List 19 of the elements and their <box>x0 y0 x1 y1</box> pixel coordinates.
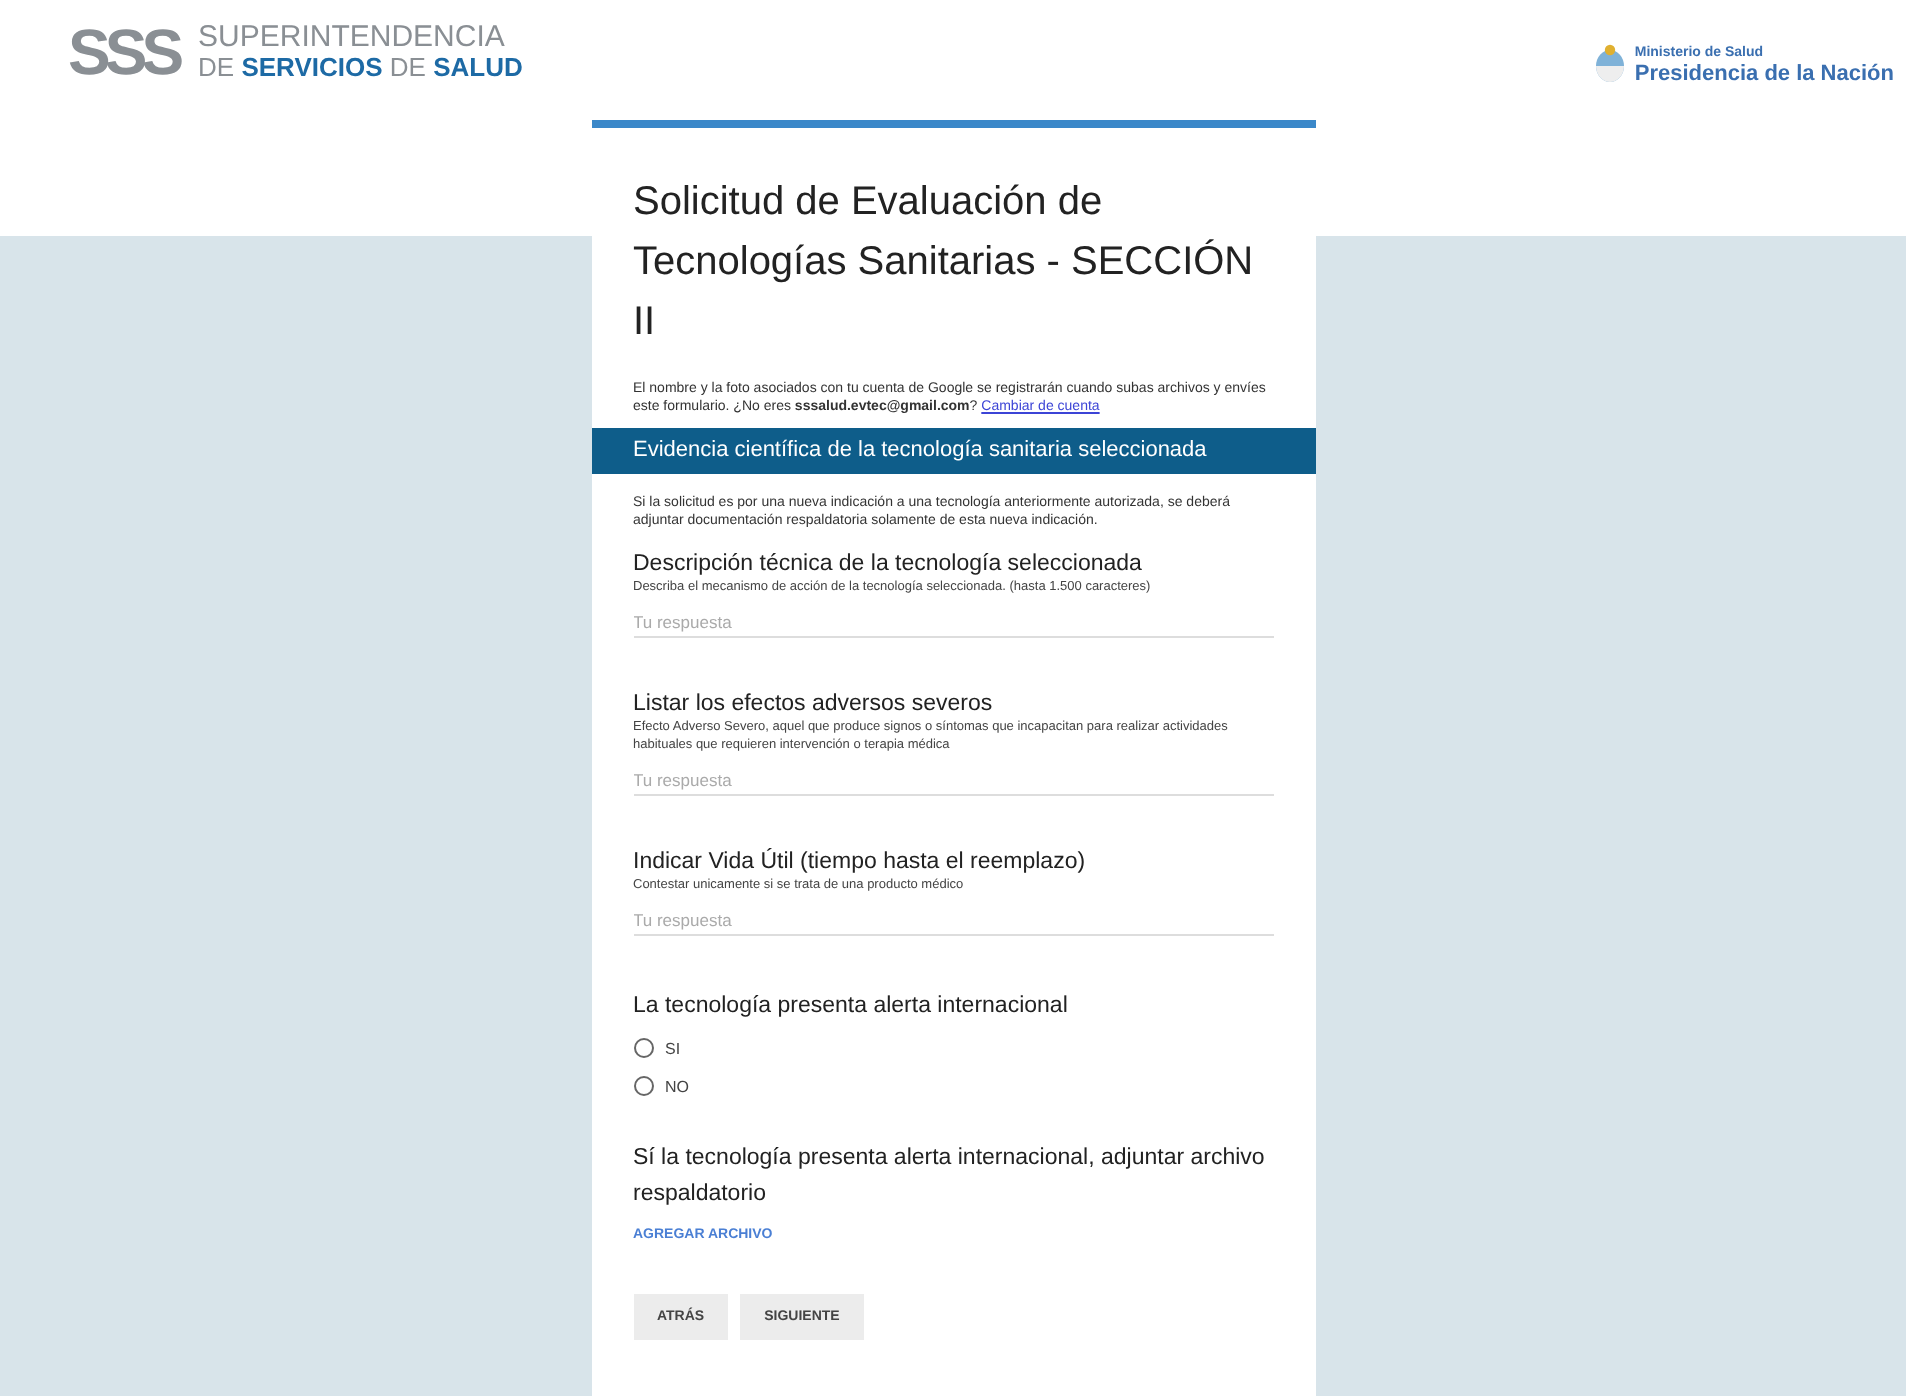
question-title: Descripción técnica de la tecnología seleccionada <box>633 550 1144 578</box>
option-label: NO <box>665 1077 689 1095</box>
answer-field[interactable]: Tu respuesta <box>633 754 1273 796</box>
answer-field[interactable]: Tu respuesta <box>633 894 1273 936</box>
answer-field[interactable]: Tu respuesta <box>633 596 1273 638</box>
option-label: SI <box>665 1039 681 1057</box>
logo-mark: SSS <box>68 16 182 88</box>
ministry-name: Presidencia de la Nación <box>1634 64 1894 84</box>
question-title: Indicar Vida Útil (tiempo hasta el reemplazo) <box>633 848 1088 876</box>
form-title: Solicitud de Evaluación de Tecnologías Sanitarias - SECCIÓN II <box>633 178 1256 348</box>
logo-subtitle: DE SERVICIOS DE SALUD <box>198 52 523 82</box>
question-title: Listar los efectos adversos severos <box>633 690 995 718</box>
question-title: Sí la tecnología presenta alerta internacional, adjuntar archivo respaldatorio <box>633 1144 1267 1210</box>
section-header: Evidencia científica de la tecnología sanitaria seleccionada <box>591 428 1315 474</box>
question-title: La tecnología presenta alerta internacional <box>633 992 1070 1020</box>
logo-title: SUPERINTENDENCIA <box>198 22 507 52</box>
coat-of-arms-icon <box>1594 44 1627 84</box>
radio-button[interactable] <box>633 1076 653 1096</box>
radio-button[interactable] <box>633 1038 653 1058</box>
